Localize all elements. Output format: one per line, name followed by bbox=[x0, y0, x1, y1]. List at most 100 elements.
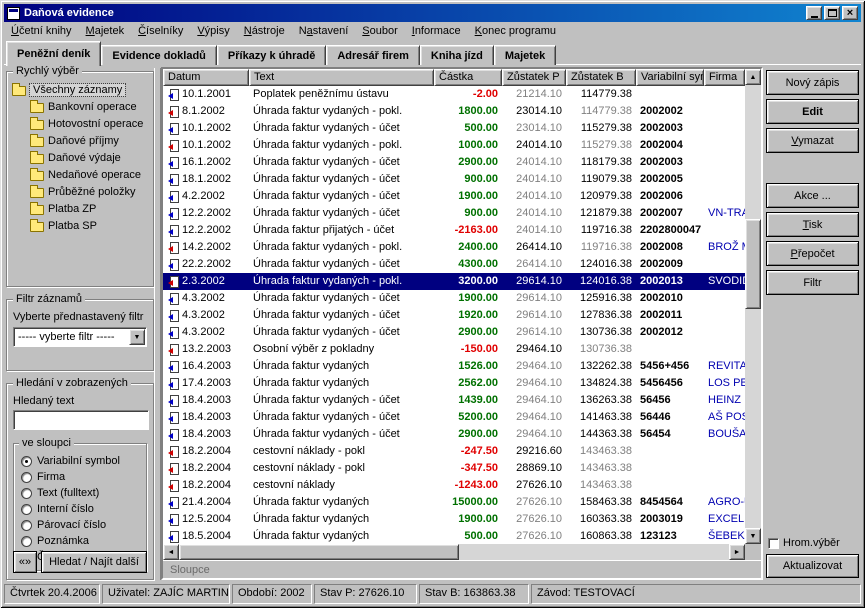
table-row[interactable]: 18.2.2004cestovní náklady - pokl-247.502… bbox=[163, 443, 745, 460]
tree-item-2[interactable]: Hotovostní operace bbox=[12, 115, 151, 132]
splitter[interactable] bbox=[154, 68, 161, 580]
tree-item-6[interactable]: Průběžné položky bbox=[12, 183, 151, 200]
tree-item-4[interactable]: Daňové výdaje bbox=[12, 149, 151, 166]
tab-6[interactable]: Majetek bbox=[494, 45, 556, 65]
action-button-5[interactable]: Tisk bbox=[766, 212, 859, 237]
menu-item-3[interactable]: Číselníky bbox=[131, 23, 190, 39]
radio-icon[interactable] bbox=[21, 456, 32, 467]
tree-item-3[interactable]: Daňové příjmy bbox=[12, 132, 151, 149]
column-header-1[interactable]: Datum bbox=[163, 69, 249, 86]
filter-combobox[interactable]: ----- vyberte filtr ----- ▼ bbox=[13, 327, 147, 347]
radio-option-1[interactable]: Variabilní symbol bbox=[21, 453, 143, 469]
vertical-scrollbar[interactable]: ▲ ▼ bbox=[745, 69, 761, 544]
radio-option-2[interactable]: Firma bbox=[21, 469, 143, 485]
search-prev-button[interactable]: «» bbox=[13, 551, 37, 573]
scroll-up-icon[interactable]: ▲ bbox=[745, 69, 761, 85]
bulk-select-row[interactable]: Hrom.výběr bbox=[766, 537, 859, 549]
menu-item-9[interactable]: Konec programu bbox=[468, 23, 563, 39]
action-button-6[interactable]: Přepočet bbox=[766, 241, 859, 266]
radio-icon[interactable] bbox=[21, 520, 32, 531]
find-button[interactable]: Hledat / Najít další bbox=[41, 551, 147, 573]
tab-1[interactable]: Peněžní deník bbox=[6, 41, 101, 66]
search-group-title: Hledání v zobrazených bbox=[13, 377, 131, 389]
table-row[interactable]: 18.1.2002Úhrada faktur vydaných - účet90… bbox=[163, 171, 745, 188]
scroll-down-icon[interactable]: ▼ bbox=[745, 528, 761, 544]
menu-item-4[interactable]: Výpisy bbox=[190, 23, 236, 39]
maximize-button[interactable] bbox=[824, 6, 840, 20]
table-row[interactable]: 22.2.2002Úhrada faktur vydaných - účet43… bbox=[163, 256, 745, 273]
close-button[interactable]: × bbox=[842, 6, 858, 20]
action-button-3[interactable]: Vymazat bbox=[766, 128, 859, 153]
tree-item-root[interactable]: Všechny záznamy bbox=[12, 81, 151, 98]
tree-item-1[interactable]: Bankovní operace bbox=[12, 98, 151, 115]
menu-item-7[interactable]: Soubor bbox=[355, 23, 404, 39]
table-row[interactable]: 12.5.2004Úhrada faktur vydaných1900.0027… bbox=[163, 511, 745, 528]
column-header-7[interactable]: Firma bbox=[704, 69, 745, 86]
table-row[interactable]: 13.2.2003Osobní výběr z pokladny-150.002… bbox=[163, 341, 745, 358]
tree-item-5[interactable]: Nedaňové operace bbox=[12, 166, 151, 183]
update-button[interactable]: Aktualizovat bbox=[766, 554, 859, 578]
table-row[interactable]: 18.2.2004cestovní náklady-1243.0027626.1… bbox=[163, 477, 745, 494]
table-row[interactable]: 12.2.2002Úhrada faktur přijatých - účet-… bbox=[163, 222, 745, 239]
action-button-7[interactable]: Filtr bbox=[766, 270, 859, 295]
tab-5[interactable]: Kniha jízd bbox=[420, 45, 494, 65]
radio-icon[interactable] bbox=[21, 488, 32, 499]
table-row[interactable]: 4.3.2002Úhrada faktur vydaných - účet192… bbox=[163, 307, 745, 324]
column-header-4[interactable]: Zůstatek P bbox=[502, 69, 566, 86]
vertical-scroll-thumb[interactable] bbox=[745, 219, 761, 309]
tab-4[interactable]: Adresář firem bbox=[326, 45, 420, 65]
chevron-down-icon[interactable]: ▼ bbox=[129, 329, 145, 345]
columns-button[interactable]: Sloupce bbox=[170, 564, 210, 576]
radio-option-5[interactable]: Párovací číslo bbox=[21, 517, 143, 533]
tab-3[interactable]: Příkazy k úhradě bbox=[217, 45, 326, 65]
tab-2[interactable]: Evidence dokladů bbox=[101, 45, 217, 65]
table-row[interactable]: 10.1.2002Úhrada faktur vydaných - pokl.1… bbox=[163, 137, 745, 154]
menu-item-1[interactable]: Účetní knihy bbox=[4, 23, 79, 39]
menu-item-8[interactable]: Informace bbox=[405, 23, 468, 39]
table-row[interactable]: 18.4.2003Úhrada faktur vydaných - účet29… bbox=[163, 426, 745, 443]
table-row[interactable]: 16.4.2003Úhrada faktur vydaných1526.0029… bbox=[163, 358, 745, 375]
table-row[interactable]: 14.2.2002Úhrada faktur vydaných - pokl.2… bbox=[163, 239, 745, 256]
table-row[interactable]: 8.1.2002Úhrada faktur vydaných - pokl.18… bbox=[163, 103, 745, 120]
menu-item-2[interactable]: Majetek bbox=[79, 23, 132, 39]
table-row[interactable]: 17.4.2003Úhrada faktur vydaných2562.0029… bbox=[163, 375, 745, 392]
horizontal-scrollbar[interactable]: ◄ ► bbox=[163, 544, 745, 560]
table-row[interactable]: 4.3.2002Úhrada faktur vydaných - účet290… bbox=[163, 324, 745, 341]
radio-icon[interactable] bbox=[21, 536, 32, 547]
filter-group-title: Filtr záznamů bbox=[13, 293, 85, 305]
column-header-2[interactable]: Text bbox=[249, 69, 434, 86]
horizontal-scroll-thumb[interactable] bbox=[179, 544, 459, 560]
tree-item-8[interactable]: Platba SP bbox=[12, 217, 151, 234]
table-row[interactable]: 18.4.2003Úhrada faktur vydaných - účet52… bbox=[163, 409, 745, 426]
table-row[interactable]: 18.5.2004Úhrada faktur vydaných500.00276… bbox=[163, 528, 745, 544]
minimize-button[interactable] bbox=[806, 6, 822, 20]
action-button-2[interactable]: Edit bbox=[766, 99, 859, 124]
table-row[interactable]: 18.4.2003Úhrada faktur vydaných - účet14… bbox=[163, 392, 745, 409]
action-button-1[interactable]: Nový zápis bbox=[766, 70, 859, 95]
table-row[interactable]: 18.2.2004cestovní náklady - pokl-347.502… bbox=[163, 460, 745, 477]
action-button-4[interactable]: Akce ... bbox=[766, 183, 859, 208]
table-row[interactable]: 10.1.2002Úhrada faktur vydaných - účet50… bbox=[163, 120, 745, 137]
scroll-left-icon[interactable]: ◄ bbox=[163, 544, 179, 560]
table-row[interactable]: 4.3.2002Úhrada faktur vydaných - účet190… bbox=[163, 290, 745, 307]
table-row[interactable]: 16.1.2002Úhrada faktur vydaných - účet29… bbox=[163, 154, 745, 171]
bulk-select-checkbox[interactable] bbox=[768, 538, 779, 549]
radio-icon[interactable] bbox=[21, 472, 32, 483]
column-header-3[interactable]: Částka bbox=[434, 69, 502, 86]
search-input[interactable] bbox=[13, 410, 149, 430]
table-row[interactable]: 4.2.2002Úhrada faktur vydaných - účet190… bbox=[163, 188, 745, 205]
radio-option-4[interactable]: Interní číslo bbox=[21, 501, 143, 517]
radio-icon[interactable] bbox=[21, 504, 32, 515]
column-header-6[interactable]: Variabilní sym... bbox=[636, 69, 704, 86]
scroll-right-icon[interactable]: ► bbox=[729, 544, 745, 560]
radio-option-6[interactable]: Poznámka bbox=[21, 533, 143, 549]
table-row[interactable]: 2.3.2002Úhrada faktur vydaných - pokl.32… bbox=[163, 273, 745, 290]
table-row[interactable]: 12.2.2002Úhrada faktur vydaných - účet90… bbox=[163, 205, 745, 222]
menu-item-5[interactable]: Nástroje bbox=[237, 23, 292, 39]
radio-option-3[interactable]: Text (fulltext) bbox=[21, 485, 143, 501]
table-row[interactable]: 21.4.2004Úhrada faktur vydaných15000.002… bbox=[163, 494, 745, 511]
tree-item-7[interactable]: Platba ZP bbox=[12, 200, 151, 217]
column-header-5[interactable]: Zůstatek B bbox=[566, 69, 636, 86]
table-row[interactable]: 10.1.2001Poplatek peněžnímu ústavu-2.002… bbox=[163, 86, 745, 103]
menu-item-6[interactable]: Nastavení bbox=[292, 23, 356, 39]
